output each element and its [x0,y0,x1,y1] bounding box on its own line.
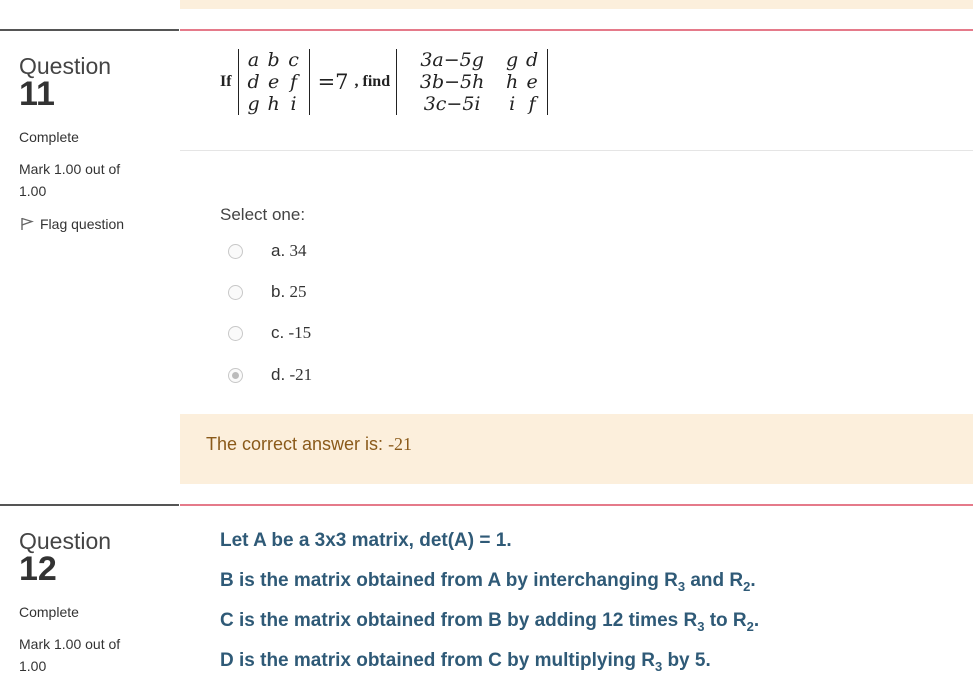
det-entry: a [247,49,260,71]
text: D is the matrix obtained from C by multi… [220,650,655,671]
option-label: b. 25 [271,282,306,302]
question-text: If a b c d e f g h i =7 , find 3a−5g g d… [220,49,549,115]
det-entry: g [506,49,519,71]
radio-button[interactable] [228,284,243,300]
text: by 5. [662,650,711,671]
det-entry: i [509,93,516,115]
radio-button-selected[interactable] [228,367,243,383]
option-value: 34 [289,241,307,260]
radio-button[interactable] [228,243,243,259]
feedback-prefix: The correct answer is: [206,434,389,454]
question-top-rule [180,29,973,31]
det-entry: 3b−5h [419,71,485,93]
det-entry: d [526,49,539,71]
question-12-info: Question 12 Complete Mark 1.00 out of 1.… [0,504,179,678]
question-divider [0,29,179,31]
text: to R [704,610,747,631]
text: C is the matrix obtained from B by addin… [220,610,698,631]
subscript: 3 [677,578,686,594]
radio-button[interactable] [228,325,243,341]
text: . [750,570,756,591]
det-entry: f [528,93,536,115]
option-letter: a. [271,241,286,260]
subscript: 2 [746,618,754,634]
det-entry: 3c−5i [423,93,481,115]
q12-line-4: D is the matrix obtained from C by multi… [220,650,711,674]
det-entry: e [526,71,538,93]
answer-option-b[interactable]: b. 25 [228,282,306,302]
det-entry: 3a−5g [420,49,484,71]
question-state: Complete [19,129,79,145]
prompt-equals: =7 [317,70,349,94]
flag-question-link[interactable]: Flag question [20,216,124,232]
determinant-given: a b c d e f g h i [237,49,310,115]
det-entry: h [505,71,519,93]
question-separator [180,150,973,151]
feedback-value: -21 [388,434,413,454]
q12-line-2: B is the matrix obtained from A by inter… [220,570,756,594]
question-number: 11 [19,75,55,113]
option-label: d. -21 [271,365,312,385]
text: . [753,610,760,631]
previous-feedback-strip [180,0,973,9]
det-entry: i [290,93,297,115]
q12-line-3: C is the matrix obtained from B by addin… [220,610,759,634]
question-mark: Mark 1.00 out of 1.00 [19,161,121,199]
det-entry: c [288,49,299,71]
flag-icon [21,217,34,230]
feedback-text: The correct answer is: -21 [206,434,412,455]
text: B is the matrix obtained from A by inter… [220,570,678,591]
option-letter: c. [271,323,285,342]
question-mark: Mark 1.00 out of 1.00 [19,636,121,674]
option-letter: d. [271,365,286,384]
option-label: c. -15 [271,323,311,343]
option-value: -15 [288,323,312,342]
option-label: a. 34 [271,241,306,261]
question-divider [0,504,179,506]
det-entry: b [267,49,280,71]
question-top-rule [180,504,973,506]
det-entry: d [247,71,260,93]
det-entry: f [290,71,298,93]
det-entry: e [267,71,280,93]
question-number: 12 [19,550,57,588]
determinant-asked: 3a−5g g d 3b−5h h e 3c−5i i f [396,49,549,115]
answer-option-a[interactable]: a. 34 [228,241,306,261]
det-entry: g [247,93,260,115]
option-value: 25 [289,282,307,301]
question-state: Complete [19,604,79,620]
question-11-content: If a b c d e f g h i =7 , find 3a−5g g d… [180,29,973,484]
correct-answer-feedback: The correct answer is: -21 [180,414,973,484]
select-one-label: Select one: [220,205,306,224]
prompt-find: , find [354,73,391,90]
text: and R [685,570,744,591]
option-value: -21 [289,365,313,384]
answer-option-d[interactable]: d. -21 [228,365,312,385]
answer-option-c[interactable]: c. -15 [228,323,311,343]
question-11-info: Question 11 Complete Mark 1.00 out of 1.… [0,29,179,499]
question-12-content: Let A be a 3x3 matrix, det(A) = 1. B is … [180,504,973,678]
q12-line-1: Let A be a 3x3 matrix, det(A) = 1. [220,530,512,551]
flag-label: Flag question [40,216,125,232]
prompt-if: If [220,73,232,90]
det-entry: h [267,93,280,115]
option-letter: b. [271,282,286,301]
